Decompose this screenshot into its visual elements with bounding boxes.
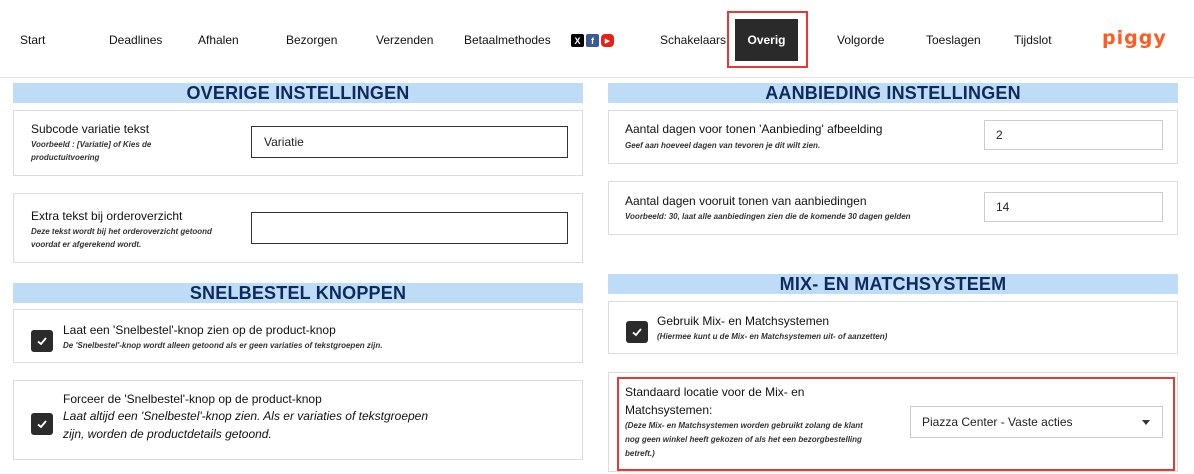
piggy-logo[interactable]: piggy bbox=[1102, 27, 1167, 49]
snelbestel-force-checkbox[interactable] bbox=[31, 413, 53, 435]
nav-verzenden[interactable]: Verzenden bbox=[376, 33, 433, 47]
dagen-tonen-label: Aantal dagen voor tonen 'Aanbieding' afb… bbox=[625, 122, 883, 136]
snelbestel-force-hint-1: Laat altijd een 'Snelbestel'-knop zien. … bbox=[63, 409, 429, 423]
subcode-input[interactable]: Variatie bbox=[251, 126, 568, 158]
dagen-tonen-hint: Geef aan hoeveel dagen van tevoren je di… bbox=[625, 141, 821, 150]
nav-betaalmethodes[interactable]: Betaalmethodes bbox=[464, 33, 551, 47]
checkmark-icon bbox=[37, 337, 47, 346]
extra-tekst-card: Extra tekst bij orderoverzicht Deze teks… bbox=[13, 193, 583, 263]
extra-tekst-hint-2: voordat er afgerekend wordt. bbox=[31, 240, 142, 249]
nav-tijdslot[interactable]: Tijdslot bbox=[1014, 33, 1052, 47]
mixmatch-gebruik-hint: (Hiermee kunt u de Mix- en Matchsystemen… bbox=[657, 332, 888, 341]
extra-tekst-hint-1: Deze tekst wordt bij het orderoverzicht … bbox=[31, 227, 212, 236]
top-navigation: Start Deadlines Afhalen Bezorgen Verzend… bbox=[0, 0, 1194, 78]
dagen-tonen-card: Aantal dagen voor tonen 'Aanbieding' afb… bbox=[608, 110, 1178, 164]
snelbestel-show-hint: De 'Snelbestel'-knop wordt alleen getoon… bbox=[63, 341, 383, 350]
facebook-icon[interactable]: f bbox=[586, 34, 599, 47]
subcode-label: Subcode variatie tekst bbox=[31, 122, 150, 136]
dagen-vooruit-hint: Voorbeeld: 30, laat alle aanbiedingen zi… bbox=[625, 212, 911, 221]
nav-deadlines[interactable]: Deadlines bbox=[109, 33, 162, 47]
social-links: X f ▶ bbox=[571, 34, 614, 47]
youtube-icon[interactable]: ▶ bbox=[601, 34, 614, 47]
snelbestel-show-label: Laat een 'Snelbestel'-knop zien op de pr… bbox=[63, 323, 336, 337]
nav-toeslagen[interactable]: Toeslagen bbox=[926, 33, 981, 47]
nav-overig[interactable]: Overig bbox=[735, 19, 798, 61]
subcode-hint-1: Voorbeeld : [Variatie] of Kies de bbox=[31, 140, 152, 149]
checkmark-icon bbox=[37, 420, 47, 429]
extra-tekst-label: Extra tekst bij orderoverzicht bbox=[31, 209, 183, 223]
locatie-highlight bbox=[617, 377, 1175, 471]
overige-header: OVERIGE INSTELLINGEN bbox=[13, 83, 583, 103]
nav-afhalen[interactable]: Afhalen bbox=[198, 33, 239, 47]
snelbestel-header: SNELBESTEL KNOPPEN bbox=[13, 283, 583, 303]
mixmatch-gebruik-label: Gebruik Mix- en Matchsystemen bbox=[657, 314, 830, 328]
checkmark-icon bbox=[632, 328, 642, 337]
subcode-hint-2: productuitvoering bbox=[31, 153, 100, 162]
mixmatch-header: MIX- EN MATCHSYSTEEM bbox=[608, 274, 1178, 294]
subcode-card: Subcode variatie tekst Voorbeeld : [Vari… bbox=[13, 110, 583, 176]
nav-bezorgen[interactable]: Bezorgen bbox=[286, 33, 337, 47]
snelbestel-force-card: Forceer de 'Snelbestel'-knop op de produ… bbox=[13, 380, 583, 460]
dagen-tonen-input[interactable]: 2 bbox=[984, 120, 1163, 150]
mixmatch-gebruik-checkbox[interactable] bbox=[626, 321, 648, 343]
snelbestel-show-card: Laat een 'Snelbestel'-knop zien op de pr… bbox=[13, 309, 583, 363]
nav-volgorde[interactable]: Volgorde bbox=[837, 33, 884, 47]
extra-tekst-input[interactable] bbox=[251, 212, 568, 244]
nav-schakelaars[interactable]: Schakelaars bbox=[660, 33, 726, 47]
mixmatch-gebruik-card: Gebruik Mix- en Matchsystemen (Hiermee k… bbox=[608, 301, 1178, 354]
nav-start[interactable]: Start bbox=[20, 33, 45, 47]
dagen-vooruit-label: Aantal dagen vooruit tonen van aanbiedin… bbox=[625, 194, 867, 208]
dagen-vooruit-input[interactable]: 14 bbox=[984, 192, 1163, 222]
x-icon[interactable]: X bbox=[571, 34, 584, 47]
snelbestel-show-checkbox[interactable] bbox=[31, 330, 53, 352]
snelbestel-force-label: Forceer de 'Snelbestel'-knop op de produ… bbox=[63, 392, 322, 406]
dagen-vooruit-card: Aantal dagen vooruit tonen van aanbiedin… bbox=[608, 181, 1178, 235]
snelbestel-force-hint-2: zijn, worden de productdetails getoond. bbox=[63, 427, 272, 441]
aanbieding-header: AANBIEDING INSTELLINGEN bbox=[608, 83, 1178, 103]
